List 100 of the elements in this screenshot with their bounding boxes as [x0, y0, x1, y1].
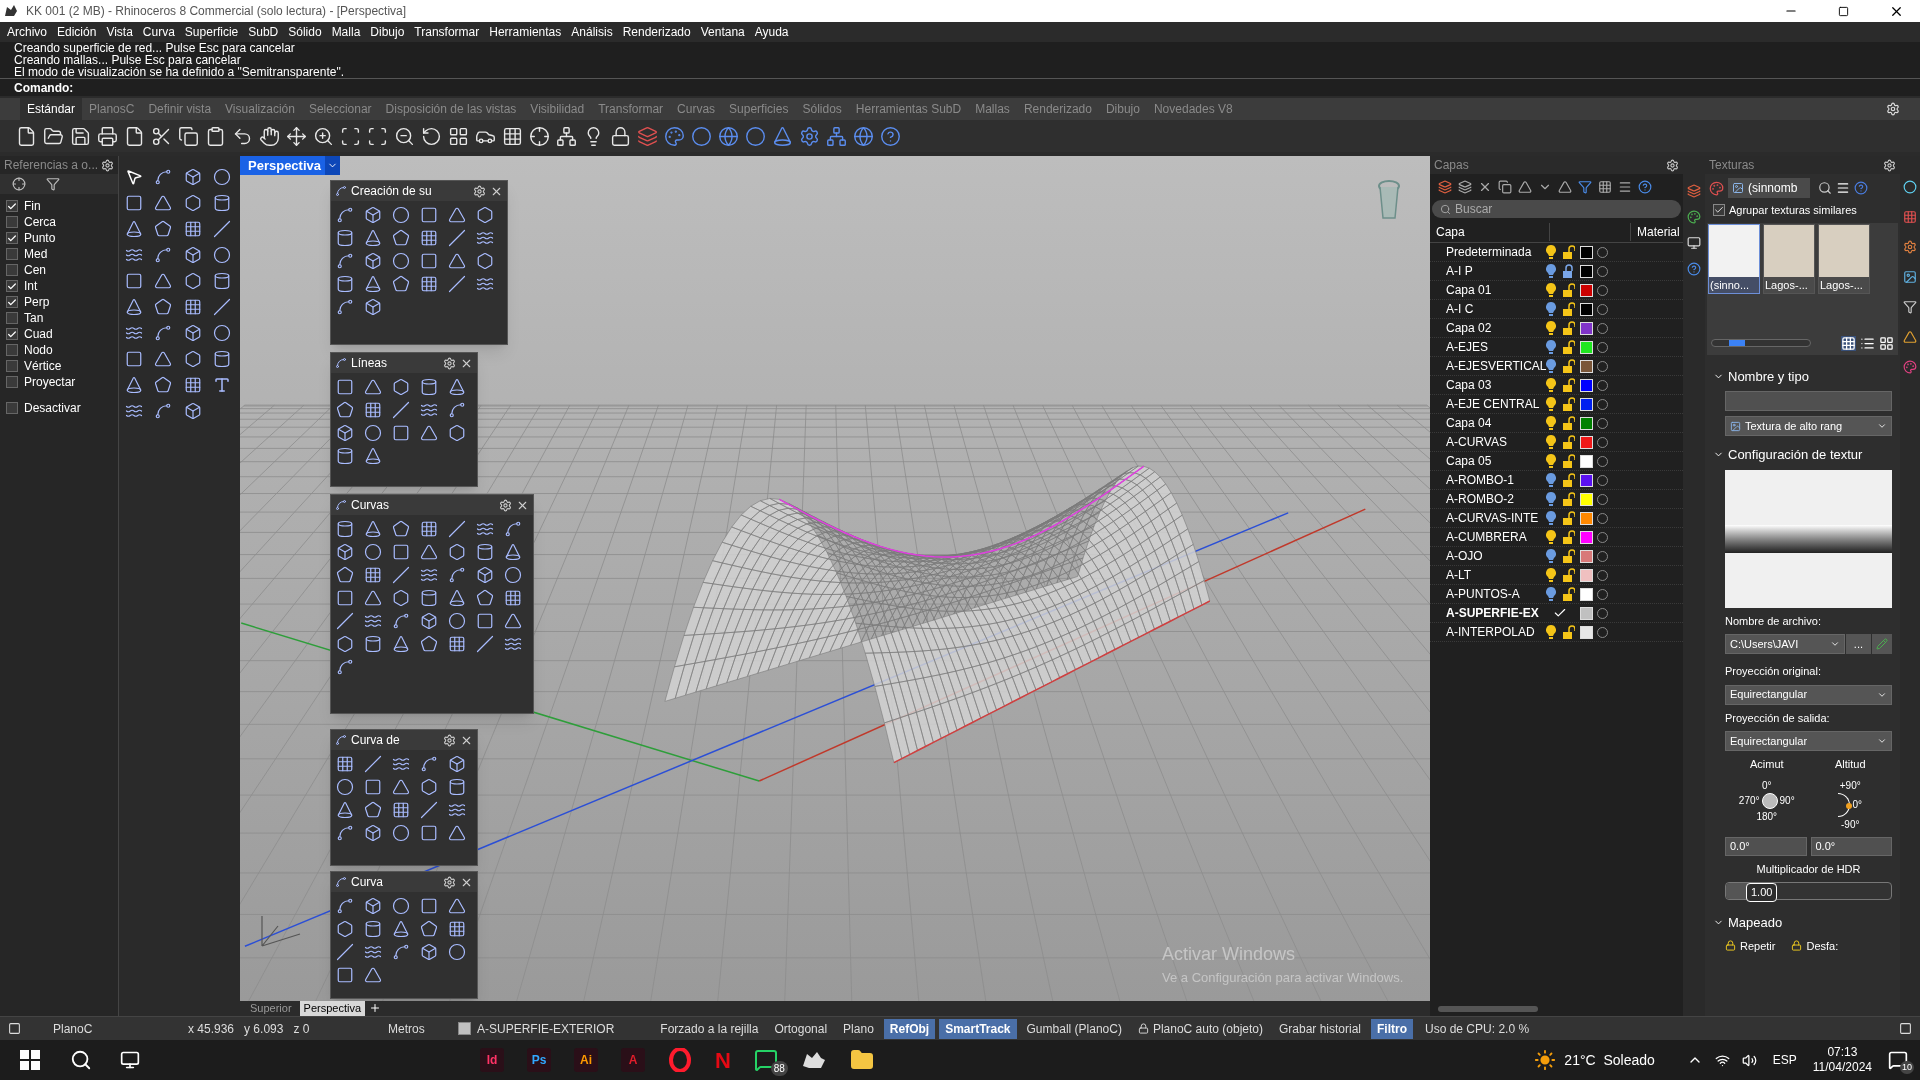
option-label: Desfa:: [1806, 938, 1839, 954]
viewport-tab[interactable]: Perspectiva: [299, 1001, 366, 1016]
clock-date[interactable]: 11/04/2024: [1812, 1060, 1872, 1075]
texture-type-dropdown[interactable]: Textura de alto rang: [1725, 416, 1892, 436]
dial-label: 0°: [1761, 778, 1772, 793]
layer-row[interactable]: A-EJE CENTRAL: [1430, 395, 1683, 414]
menu-item[interactable]: Curva: [137, 23, 180, 41]
layer-row[interactable]: Capa 05: [1430, 452, 1683, 471]
menu-item[interactable]: Vista: [101, 23, 138, 41]
app-icon[interactable]: Id: [480, 1048, 504, 1072]
clock-time[interactable]: 07:13: [1827, 1045, 1858, 1060]
texture-thumbnail[interactable]: (sinno...: [1708, 223, 1760, 294]
file-dropdown[interactable]: C:\Users\JAVI: [1725, 634, 1845, 654]
app-icon[interactable]: A: [621, 1048, 645, 1072]
layer-row[interactable]: Predeterminada: [1430, 243, 1683, 262]
layer-row[interactable]: A-CURVAS: [1430, 433, 1683, 452]
checkbox-label: Proyectar: [24, 374, 76, 391]
layer-row[interactable]: A-PUNTOS-A: [1430, 585, 1683, 604]
dial-label: -90°: [1841, 817, 1860, 832]
menu-item[interactable]: Dibujo: [365, 23, 410, 41]
field-label: Acimut: [1748, 757, 1785, 772]
menu-item[interactable]: Ayuda: [749, 23, 794, 41]
status-toggle[interactable]: Grabar historial: [1273, 1018, 1367, 1039]
layer-row[interactable]: A-I P: [1430, 262, 1683, 281]
layer-row[interactable]: A-INTERPOLAD: [1430, 623, 1683, 642]
layer-row[interactable]: Capa 04: [1430, 414, 1683, 433]
projection-dropdown[interactable]: Equirectangular: [1725, 684, 1892, 705]
status-toggle[interactable]: SmartTrack: [939, 1018, 1017, 1039]
layer-name: Capa 05: [1445, 453, 1493, 470]
status-toggle[interactable]: Filtro: [1371, 1018, 1413, 1039]
menu-item[interactable]: Superficie: [179, 23, 244, 41]
layer-name: A-I P: [1445, 263, 1474, 280]
language-indicator[interactable]: ESP: [1772, 1051, 1797, 1069]
layer-name: Capa 03: [1445, 377, 1493, 394]
dial-label: +90°: [1839, 778, 1861, 793]
menu-item[interactable]: Transformar: [409, 23, 485, 41]
app-icon[interactable]: Ai: [574, 1048, 598, 1072]
menu-item[interactable]: SubD: [243, 23, 284, 41]
layer-row[interactable]: A-OJO: [1430, 547, 1683, 566]
layer-row[interactable]: A-ROMBO-1: [1430, 471, 1683, 490]
checkbox-label: Perp: [24, 294, 50, 311]
layer-row[interactable]: A-ROMBO-2: [1430, 490, 1683, 509]
status-toggle[interactable]: PlanoC auto (objeto): [1131, 1018, 1269, 1039]
app-icon[interactable]: Ps: [527, 1048, 551, 1072]
layer-row[interactable]: A-EJESVERTICAL: [1430, 357, 1683, 376]
command-prompt[interactable]: Comando:: [14, 78, 74, 97]
search-field[interactable]: Buscar: [1432, 200, 1681, 218]
toolbar-title: Creación de su: [351, 183, 432, 200]
checkbox-label: Cen: [24, 262, 46, 279]
checkbox-label: Fin: [24, 198, 41, 215]
column-header[interactable]: Capa: [1430, 223, 1550, 241]
menu-item[interactable]: Renderizado: [617, 23, 696, 41]
texture-thumbnail[interactable]: Lagos-...: [1763, 223, 1815, 294]
layer-row[interactable]: A-CURVAS-INTE: [1430, 509, 1683, 528]
toolbar-title: Curva de: [351, 732, 400, 749]
status-toggle[interactable]: Forzado a la rejilla: [654, 1018, 765, 1039]
layer-row[interactable]: Capa 03: [1430, 376, 1683, 395]
notification-badge: 88: [770, 1061, 788, 1076]
layer-row[interactable]: A-EJES: [1430, 338, 1683, 357]
menu-item[interactable]: Ventana: [695, 23, 750, 41]
menu-item[interactable]: Edición: [52, 23, 102, 41]
checkbox-label: Nodo: [24, 342, 53, 359]
panel-title: Texturas: [1709, 157, 1755, 174]
cplane-label[interactable]: PlanoC: [53, 1019, 188, 1038]
weather-text[interactable]: 21°C Soleado: [1564, 1049, 1655, 1071]
layer-row[interactable]: A-CUMBRERA: [1430, 528, 1683, 547]
units-label[interactable]: Metros: [388, 1019, 458, 1038]
toolbar-title: Curvas: [351, 497, 389, 514]
menu-item[interactable]: Análisis: [566, 23, 618, 41]
layer-row[interactable]: Capa 02: [1430, 319, 1683, 338]
status-toggle[interactable]: Gumball (PlanoC): [1020, 1018, 1128, 1039]
texture-picker[interactable]: (sinnomb: [1728, 178, 1810, 198]
projection-dropdown[interactable]: Equirectangular: [1725, 731, 1892, 751]
layer-row[interactable]: A-SUPERFIE-EX: [1430, 604, 1683, 623]
altitude-field[interactable]: 0.0°: [1810, 836, 1892, 856]
menu-item[interactable]: Archivo: [2, 23, 52, 41]
layer-row[interactable]: A-I C: [1430, 300, 1683, 319]
hdr-slider[interactable]: 1.00: [1725, 882, 1892, 900]
status-toggle[interactable]: Plano: [837, 1018, 880, 1039]
texture-thumbnail[interactable]: Lagos-...: [1818, 223, 1870, 294]
menu-item[interactable]: Malla: [326, 23, 366, 41]
menu-item[interactable]: Herramientas: [484, 23, 567, 41]
column-header[interactable]: Material: [1630, 223, 1680, 241]
menu-item[interactable]: Sólido: [283, 23, 327, 41]
command-history-line: Creando superficie de red... Pulse Esc para cancelar: [14, 42, 296, 54]
status-toggle[interactable]: Ortogonal: [768, 1018, 834, 1039]
field-label: Nombre de archivo:: [1725, 613, 1822, 629]
viewport-title[interactable]: Perspectiva: [240, 156, 340, 175]
app-icon[interactable]: N: [715, 1043, 731, 1077]
status-toggle[interactable]: RefObj: [883, 1018, 936, 1039]
current-layer[interactable]: A-SUPERFIE-EXTERIOR: [477, 1019, 615, 1038]
browse-button[interactable]: ...: [1845, 634, 1871, 654]
field-label: Proyección original:: [1725, 664, 1822, 679]
layer-row[interactable]: Capa 01: [1430, 281, 1683, 300]
layer-row[interactable]: A-LT: [1430, 566, 1683, 585]
viewport-tab[interactable]: Superior: [246, 1001, 296, 1016]
azimuth-field[interactable]: 0.0°: [1725, 836, 1807, 856]
dial-label: 90°: [1779, 794, 1795, 808]
toolbar-tab[interactable]: Estándar: [20, 98, 83, 120]
layer-name: A-LT: [1445, 567, 1473, 584]
